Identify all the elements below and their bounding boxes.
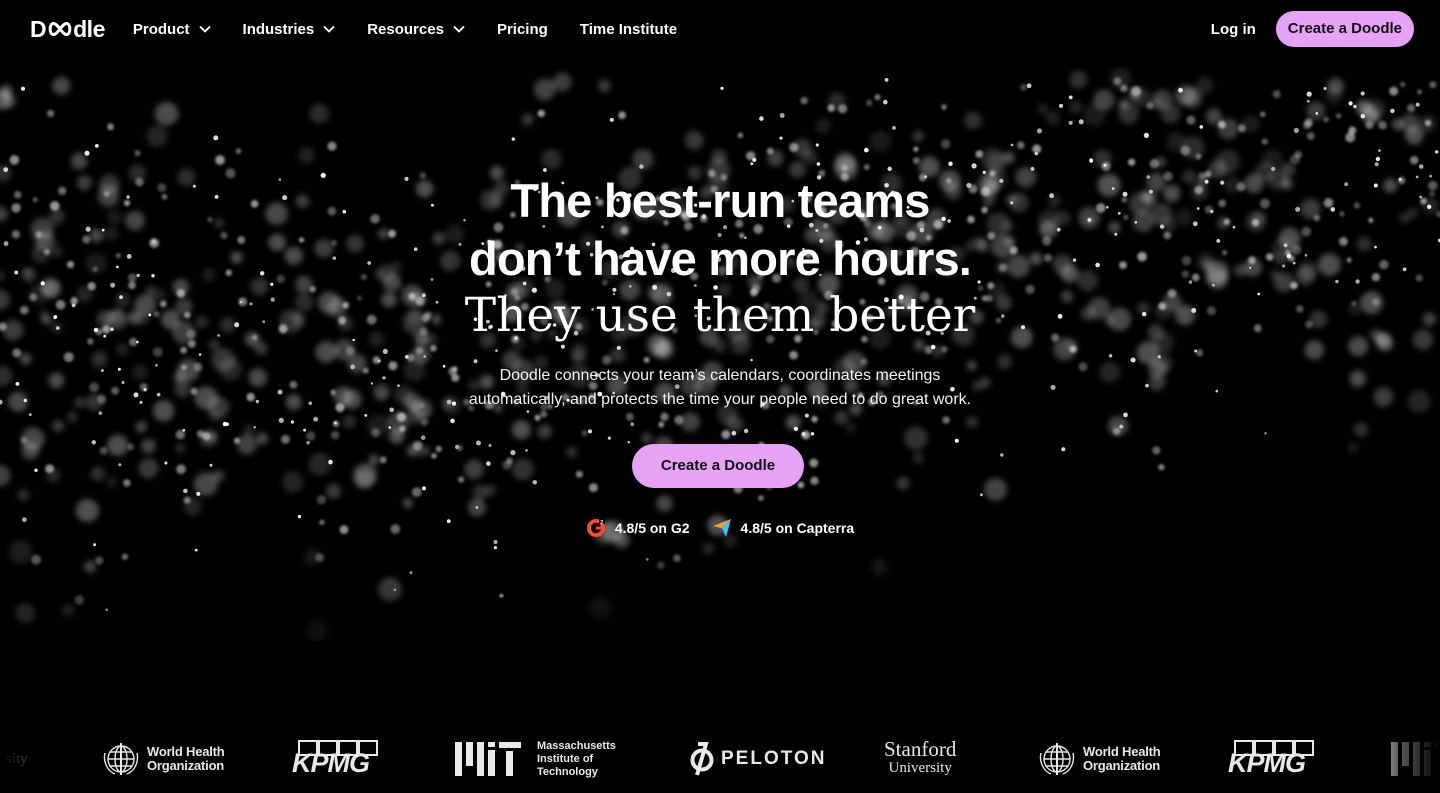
rating-capterra[interactable]: 4.8/5 on Capterra [712, 518, 855, 538]
customer-logos: ord sity World Health Organization KPMG [0, 641, 1440, 793]
mit-text-line-1: Massachusetts [537, 739, 616, 752]
hero-create-doodle-button[interactable]: Create a Doodle [632, 444, 804, 488]
who-emblem-icon [1039, 743, 1075, 775]
nav-item-pricing[interactable]: Pricing [497, 21, 548, 38]
capterra-icon [712, 518, 732, 538]
stanford-logo: Stanford University [884, 739, 956, 779]
mit-text-line-2: Institute of [537, 752, 594, 765]
who-emblem-icon [103, 743, 139, 775]
stanford-name: Stanford [884, 737, 957, 761]
kpmg-logo: KPMG [1228, 740, 1320, 780]
main-nav: Product Industries Resources Pricing Tim… [133, 21, 709, 38]
nav-label-resources: Resources [367, 20, 444, 38]
who-logo: World Health Organization [101, 739, 225, 779]
svg-text:2: 2 [600, 520, 603, 526]
who-text: World Health Organization [147, 745, 225, 773]
login-link[interactable]: Log in [1211, 21, 1256, 38]
nav-item-resources[interactable]: Resources [367, 21, 465, 38]
peloton-logo: PELOTON [689, 739, 827, 779]
peloton-wordmark: PELOTON [721, 748, 827, 769]
hero-section: The best-run teams don’t have more hours… [0, 58, 1440, 641]
hero-subtitle-line-1: Doodle connects your team’s calendars, c… [499, 367, 941, 384]
mit-logo: Massachusetts Institute of Technology [455, 739, 616, 779]
rating-g2[interactable]: 2 4.8/5 on G2 [586, 518, 690, 538]
header-create-doodle-button[interactable]: Create a Doodle [1275, 11, 1414, 47]
logo-strip-fade-right [1370, 641, 1440, 793]
hero-headline-line-2: don’t have more hours. [468, 232, 972, 285]
kpmg-wordmark: KPMG [292, 748, 370, 778]
mit-text-line-3: Technology [537, 765, 598, 778]
nav-item-industries[interactable]: Industries [243, 21, 336, 38]
nav-label-product: Product [132, 20, 190, 38]
stanford-university: University [888, 760, 952, 776]
ratings-row: 2 4.8/5 on G2 4.8/5 on Capterra [0, 518, 1440, 538]
peloton-mark-icon [690, 742, 714, 776]
logo-letter-d: D [30, 15, 47, 42]
nav-item-product[interactable]: Product [133, 21, 211, 38]
rating-g2-label: 4.8/5 on G2 [614, 520, 690, 536]
who-text-line-1: World Health [1083, 744, 1161, 759]
who-text: World Health Organization [1083, 745, 1161, 773]
nav-label-industries: Industries [242, 20, 315, 38]
chevron-down-icon [198, 25, 211, 33]
chevron-down-icon [323, 25, 335, 33]
nav-label-time-institute: Time Institute [579, 20, 678, 38]
hero-content: The best-run teams don’t have more hours… [0, 58, 1440, 641]
nav-item-time-institute[interactable]: Time Institute [580, 21, 677, 38]
hero-headline-line-3: They use them better [464, 288, 976, 343]
chevron-down-icon [453, 25, 465, 33]
rating-capterra-label: 4.8/5 on Capterra [740, 520, 855, 536]
who-text-line-2: Organization [1083, 758, 1161, 773]
logo-loop-icon [47, 21, 73, 37]
kpmg-logo: KPMG [292, 740, 384, 780]
logo-strip-fade-left [0, 641, 70, 793]
logo-letters-dle: dle [73, 15, 105, 42]
who-text-line-2: Organization [147, 758, 225, 773]
doodle-logo[interactable]: D dle [30, 16, 105, 43]
nav-label-pricing: Pricing [496, 20, 548, 38]
mit-mark-icon [455, 742, 521, 776]
g2-icon: 2 [586, 518, 606, 538]
header-actions: Log in Create a Doodle [1211, 11, 1414, 47]
hero-subtitle-line-2: automatically, and protects the time you… [468, 391, 972, 408]
who-logo: World Health Organization [1037, 739, 1161, 779]
mit-text: Massachusetts Institute of Technology [537, 740, 616, 779]
who-text-line-1: World Health [147, 744, 225, 759]
hero-headline-line-1: The best-run teams [510, 174, 930, 227]
site-header: D dle Product Industries Resources Prici… [0, 0, 1440, 58]
kpmg-wordmark: KPMG [1228, 748, 1306, 778]
